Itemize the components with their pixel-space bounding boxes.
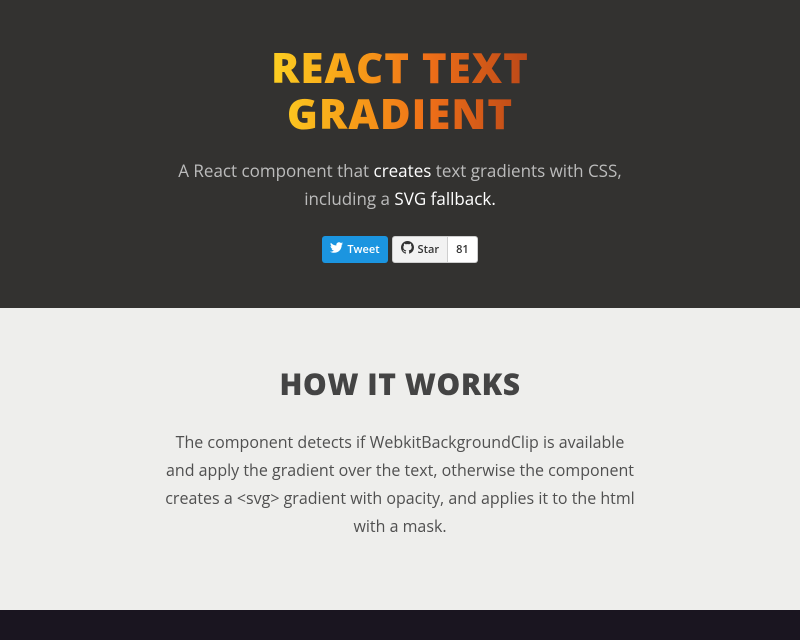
- footer-strip: [0, 610, 800, 640]
- tweet-label: Tweet: [347, 242, 379, 257]
- how-it-works-section: HOW IT WORKS The component detects if We…: [0, 308, 800, 610]
- star-button[interactable]: Star: [392, 236, 449, 263]
- star-count[interactable]: 81: [448, 236, 478, 263]
- subtitle-part1: A React component that: [178, 159, 373, 182]
- star-label: Star: [418, 242, 440, 257]
- social-buttons: Tweet Star 81: [20, 236, 780, 263]
- how-text: The component detects if WebkitBackgroun…: [165, 428, 635, 540]
- tweet-button[interactable]: Tweet: [322, 236, 387, 263]
- hero-section: REACT TEXT GRADIENT A React component th…: [0, 0, 800, 308]
- subtitle-highlight1: creates: [374, 159, 432, 182]
- github-icon: [401, 241, 414, 258]
- hero-title-line2: GRADIENT: [287, 85, 513, 142]
- subtitle-highlight2: SVG fallback.: [394, 187, 495, 210]
- hero-subtitle: A React component that creates text grad…: [150, 157, 650, 211]
- github-star-group: Star 81: [392, 236, 478, 263]
- hero-title: REACT TEXT GRADIENT: [271, 45, 529, 137]
- twitter-icon: [330, 241, 343, 258]
- how-title: HOW IT WORKS: [20, 363, 780, 404]
